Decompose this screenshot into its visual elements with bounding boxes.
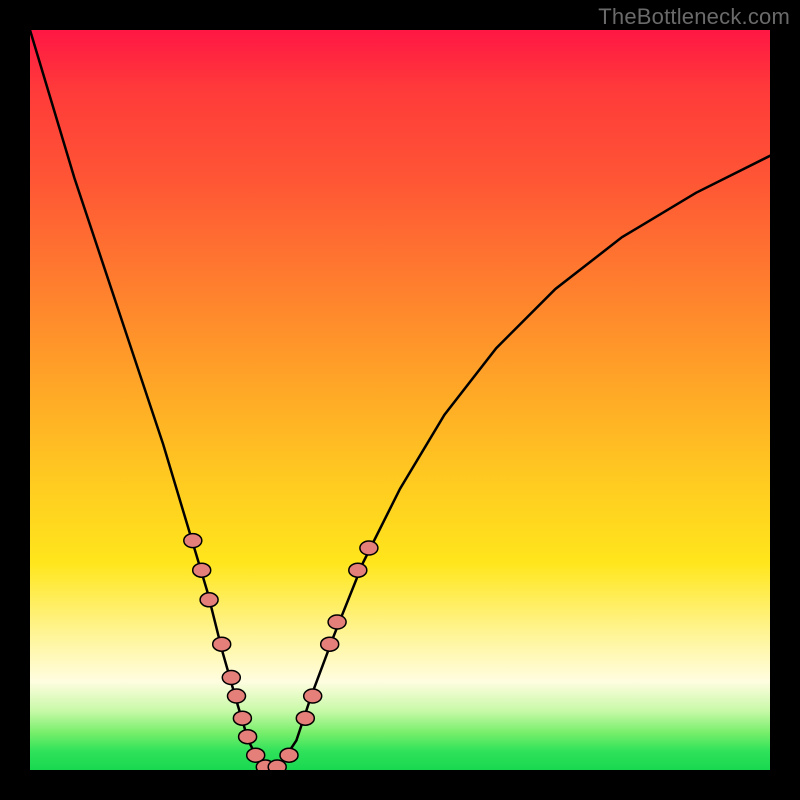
curve-marker (239, 730, 257, 744)
curve-marker (349, 563, 367, 577)
curve-marker (222, 671, 240, 685)
curve-marker (360, 541, 378, 555)
curve-markers (184, 534, 378, 770)
curve-marker (296, 711, 314, 725)
watermark-text: TheBottleneck.com (598, 4, 790, 30)
curve-marker (213, 637, 231, 651)
chart-frame: TheBottleneck.com (0, 0, 800, 800)
curve-marker (184, 534, 202, 548)
curve-marker (328, 615, 346, 629)
curve-marker (233, 711, 251, 725)
curve-marker (304, 689, 322, 703)
curve-marker (247, 748, 265, 762)
curve-marker (193, 563, 211, 577)
curve-marker (321, 637, 339, 651)
curve-marker (200, 593, 218, 607)
bottleneck-curve (30, 30, 770, 768)
curve-marker (256, 760, 274, 770)
bottleneck-curve-svg (30, 30, 770, 770)
curve-marker (268, 760, 286, 770)
curve-marker (228, 689, 246, 703)
plot-area (30, 30, 770, 770)
curve-marker (280, 748, 298, 762)
